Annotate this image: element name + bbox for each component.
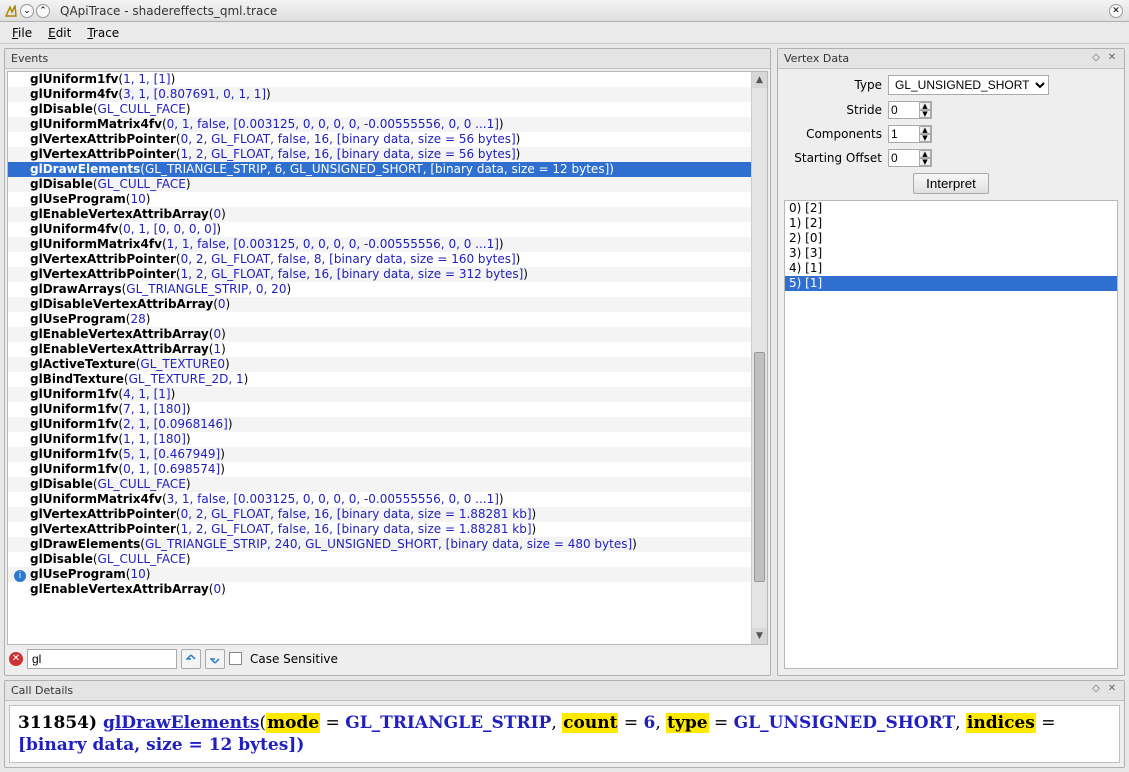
events-list[interactable]: glUniform1fv(1, 1, [1])glUniform4fv(3, 1… (7, 71, 768, 645)
window-minimize-button[interactable]: ⌄ (20, 4, 34, 18)
search-clear-icon[interactable]: ✕ (9, 652, 23, 666)
stride-input[interactable] (889, 102, 919, 118)
event-row[interactable]: glUniform1fv(7, 1, [180]) (8, 402, 767, 417)
event-row[interactable]: glDrawElements(GL_TRIANGLE_STRIP, 6, GL_… (8, 162, 767, 177)
vertex-row[interactable]: 4) [1] (785, 261, 1117, 276)
offset-input[interactable] (889, 150, 919, 166)
event-row[interactable]: glDisableVertexAttribArray(0) (8, 297, 767, 312)
events-title: Events (11, 52, 48, 65)
vertex-row[interactable]: 2) [0] (785, 231, 1117, 246)
vertex-row[interactable]: 3) [3] (785, 246, 1117, 261)
call-details-close-icon[interactable]: ✕ (1106, 684, 1118, 696)
type-label: Type (784, 78, 882, 92)
event-row[interactable]: glUniform1fv(4, 1, [1]) (8, 387, 767, 402)
scroll-up-button[interactable]: ▲ (752, 72, 767, 88)
event-row[interactable]: iglUseProgram(10) (8, 567, 767, 582)
search-input[interactable] (27, 649, 177, 669)
event-row[interactable]: glUniformMatrix4fv(3, 1, false, [0.00312… (8, 492, 767, 507)
vertex-row[interactable]: 5) [1] (785, 276, 1117, 291)
event-row[interactable]: glUniform4fv(0, 1, [0, 0, 0, 0]) (8, 222, 767, 237)
call-fn[interactable]: glDrawElements (103, 713, 260, 733)
info-icon: i (14, 570, 26, 582)
vertex-row[interactable]: 0) [2] (785, 201, 1117, 216)
event-row[interactable]: glVertexAttribPointer(0, 2, GL_FLOAT, fa… (8, 507, 767, 522)
components-label: Components (784, 127, 882, 141)
event-row[interactable]: glUniform1fv(2, 1, [0.0968146]) (8, 417, 767, 432)
vertex-data-panel: Vertex Data ◇ ✕ Type GL_UNSIGNED_SHORT S… (777, 48, 1125, 676)
menu-file[interactable]: File (4, 24, 40, 42)
window-maximize-button[interactable]: ⌃ (36, 4, 50, 18)
event-row[interactable]: glUseProgram(10) (8, 192, 767, 207)
components-up[interactable]: ▲ (919, 126, 931, 134)
menubar: File Edit Trace (0, 22, 1129, 44)
call-details-detach-icon[interactable]: ◇ (1090, 684, 1102, 696)
app-icon (4, 4, 18, 18)
vertex-panel-header: Vertex Data ◇ ✕ (778, 49, 1124, 69)
events-scrollbar[interactable]: ▲ ▼ (751, 72, 767, 644)
stride-label: Stride (784, 103, 882, 117)
event-row[interactable]: glUseProgram(28) (8, 312, 767, 327)
event-row[interactable]: glUniformMatrix4fv(1, 1, false, [0.00312… (8, 237, 767, 252)
event-row[interactable]: glDisable(GL_CULL_FACE) (8, 177, 767, 192)
vertex-row[interactable]: 1) [2] (785, 216, 1117, 231)
event-row[interactable]: glUniform4fv(3, 1, [0.807691, 0, 1, 1]) (8, 87, 767, 102)
event-row[interactable]: glActiveTexture(GL_TEXTURE0) (8, 357, 767, 372)
event-row[interactable]: glDisable(GL_CULL_FACE) (8, 477, 767, 492)
events-panel: Events glUniform1fv(1, 1, [1])glUniform4… (4, 48, 771, 676)
event-row[interactable]: glDrawElements(GL_TRIANGLE_STRIP, 240, G… (8, 537, 767, 552)
scroll-thumb[interactable] (754, 352, 765, 582)
event-row[interactable]: glVertexAttribPointer(1, 2, GL_FLOAT, fa… (8, 522, 767, 537)
stride-spinner[interactable]: ▲▼ (888, 101, 932, 119)
vertex-close-icon[interactable]: ✕ (1106, 53, 1118, 65)
window-title: QApiTrace - shadereffects_qml.trace (60, 4, 277, 18)
event-row[interactable]: glEnableVertexAttribArray(1) (8, 342, 767, 357)
event-row[interactable]: glEnableVertexAttribArray(0) (8, 582, 767, 597)
event-row[interactable]: glDisable(GL_CULL_FACE) (8, 552, 767, 567)
components-down[interactable]: ▼ (919, 134, 931, 142)
vertex-list[interactable]: 0) [2]1) [2]2) [0]3) [3]4) [1]5) [1] (784, 200, 1118, 669)
event-row[interactable]: glEnableVertexAttribArray(0) (8, 327, 767, 342)
event-row[interactable]: glVertexAttribPointer(1, 2, GL_FLOAT, fa… (8, 147, 767, 162)
stride-down[interactable]: ▼ (919, 110, 931, 118)
call-details-header: Call Details ◇ ✕ (5, 681, 1124, 701)
call-details-title: Call Details (11, 684, 73, 697)
interpret-button[interactable]: Interpret (913, 173, 989, 194)
call-details-body: 311854) glDrawElements(mode = GL_TRIANGL… (9, 705, 1120, 763)
scroll-down-button[interactable]: ▼ (752, 628, 767, 644)
event-row[interactable]: glBindTexture(GL_TEXTURE_2D, 1) (8, 372, 767, 387)
search-prev-button[interactable] (181, 649, 201, 669)
offset-label: Starting Offset (784, 151, 882, 165)
event-row[interactable]: glUniform1fv(0, 1, [0.698574]) (8, 462, 767, 477)
case-sensitive-label: Case Sensitive (250, 652, 338, 666)
event-row[interactable]: glDisable(GL_CULL_FACE) (8, 102, 767, 117)
offset-spinner[interactable]: ▲▼ (888, 149, 932, 167)
event-row[interactable]: glVertexAttribPointer(1, 2, GL_FLOAT, fa… (8, 267, 767, 282)
events-panel-header: Events (5, 49, 770, 69)
components-spinner[interactable]: ▲▼ (888, 125, 932, 143)
event-row[interactable]: glUniform1fv(5, 1, [0.467949]) (8, 447, 767, 462)
event-row[interactable]: glUniform1fv(1, 1, [1]) (8, 72, 767, 87)
event-row[interactable]: glEnableVertexAttribArray(0) (8, 207, 767, 222)
case-sensitive-checkbox[interactable] (229, 652, 242, 665)
event-row[interactable]: glVertexAttribPointer(0, 2, GL_FLOAT, fa… (8, 252, 767, 267)
titlebar: ⌄ ⌃ QApiTrace - shadereffects_qml.trace … (0, 0, 1129, 22)
components-input[interactable] (889, 126, 919, 142)
offset-down[interactable]: ▼ (919, 158, 931, 166)
main-area: Events glUniform1fv(1, 1, [1])glUniform4… (0, 44, 1129, 680)
search-next-button[interactable] (205, 649, 225, 669)
event-row[interactable]: glDrawArrays(GL_TRIANGLE_STRIP, 0, 20) (8, 282, 767, 297)
menu-edit[interactable]: Edit (40, 24, 79, 42)
vertex-detach-icon[interactable]: ◇ (1090, 53, 1102, 65)
event-row[interactable]: glVertexAttribPointer(0, 2, GL_FLOAT, fa… (8, 132, 767, 147)
offset-up[interactable]: ▲ (919, 150, 931, 158)
event-row[interactable]: glUniformMatrix4fv(0, 1, false, [0.00312… (8, 117, 767, 132)
vertex-title: Vertex Data (784, 52, 849, 65)
type-select[interactable]: GL_UNSIGNED_SHORT (888, 75, 1049, 95)
window-close-button[interactable]: ✕ (1109, 4, 1123, 18)
search-bar: ✕ Case Sensitive (7, 645, 768, 673)
menu-trace[interactable]: Trace (79, 24, 127, 42)
stride-up[interactable]: ▲ (919, 102, 931, 110)
event-row[interactable]: glUniform1fv(1, 1, [180]) (8, 432, 767, 447)
call-details-panel: Call Details ◇ ✕ 311854) glDrawElements(… (4, 680, 1125, 768)
